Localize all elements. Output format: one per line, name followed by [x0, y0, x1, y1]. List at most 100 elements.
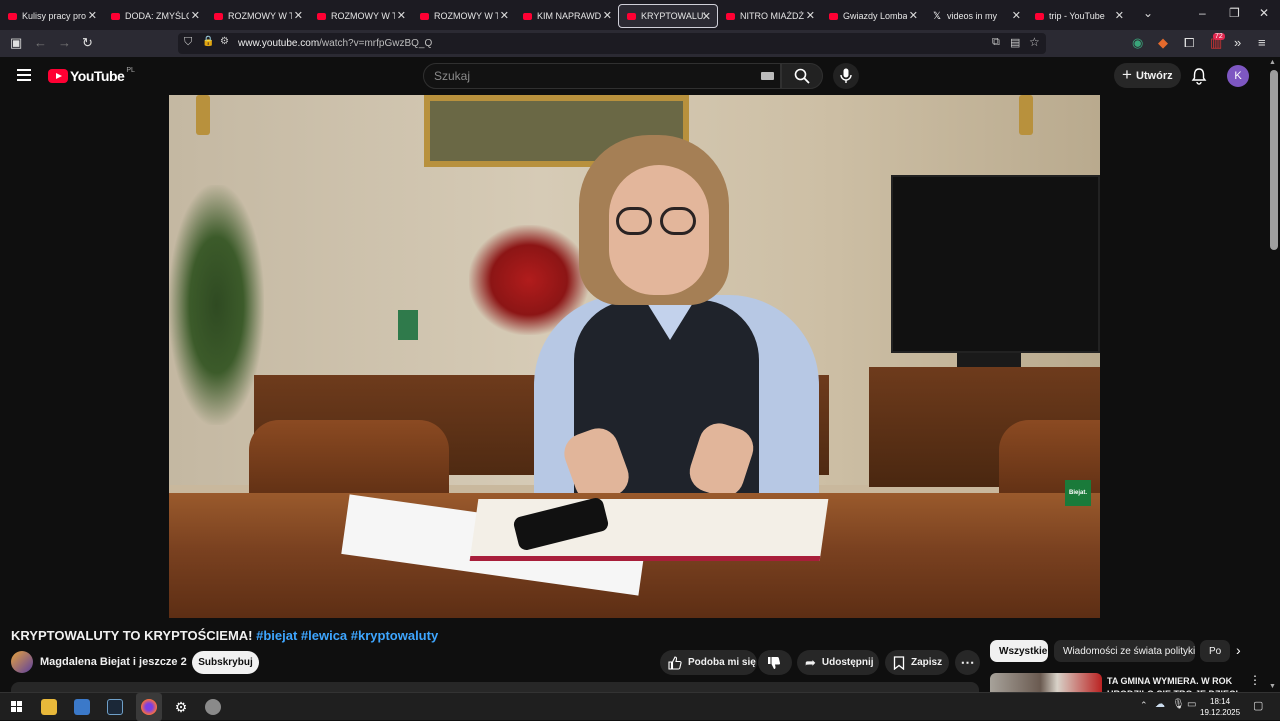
tab-close-icon[interactable]: ✕	[1012, 9, 1021, 22]
video-scene-sconce-left	[196, 95, 210, 135]
permissions-icon[interactable]: ⚙	[220, 36, 229, 47]
onedrive-icon[interactable]: ☁	[1155, 699, 1165, 710]
related-video-menu-icon[interactable]: ⋮	[1249, 673, 1261, 687]
close-window-icon[interactable]: ✕	[1259, 6, 1269, 20]
reload-icon[interactable]: ↻	[82, 35, 93, 51]
tab-close-icon[interactable]: ✕	[909, 9, 918, 22]
search-button[interactable]	[781, 63, 823, 89]
youtube-logo[interactable]: YouTube PL	[48, 66, 135, 84]
keyboard-icon[interactable]	[761, 72, 774, 80]
video-scene-plant	[169, 185, 264, 425]
youtube-favicon-icon	[726, 12, 735, 20]
microphone-tray-icon[interactable]: 🎙	[1172, 699, 1185, 710]
more-actions-button[interactable]: ⋯	[955, 650, 980, 675]
tab-active[interactable]: KRYPTOWALUTY T✕	[618, 4, 718, 28]
network-icon[interactable]: ▭	[1187, 699, 1196, 710]
browser-tab[interactable]: NITRO MIAŻDŻY I✕	[718, 4, 821, 28]
tab-close-icon[interactable]: ✕	[397, 9, 406, 22]
scroll-down-arrow-icon[interactable]: ▼	[1269, 683, 1276, 690]
url-text[interactable]: www.youtube.com/watch?v=mrfpGwzBQ_Q	[238, 38, 432, 49]
search-input[interactable]	[434, 69, 734, 83]
browser-tab[interactable]: Kulisy pracy prosty✕	[0, 4, 103, 28]
save-button[interactable]: Zapisz	[885, 650, 949, 675]
video-player[interactable]	[169, 95, 1100, 618]
channel-avatar[interactable]	[11, 651, 33, 673]
tab-close-icon[interactable]: ✕	[1115, 9, 1124, 22]
search-box	[423, 63, 781, 89]
filter-chip[interactable]: Wiadomości ze świata polityki	[1054, 640, 1195, 662]
channel-watermark[interactable]: Biejat.	[1065, 480, 1091, 506]
description-box[interactable]	[11, 682, 979, 692]
video-hashtags[interactable]: #biejat #lewica #kryptowaluty	[256, 628, 438, 643]
voice-search-button[interactable]	[833, 63, 859, 89]
tab-close-icon[interactable]: ✕	[500, 9, 509, 22]
app-menu-icon[interactable]: ≡	[1258, 35, 1266, 50]
back-icon[interactable]: ←	[34, 35, 47, 50]
chips-next-chevron-icon[interactable]: ›	[1236, 642, 1241, 658]
windows-start-icon[interactable]	[11, 701, 23, 713]
tab-close-icon[interactable]: ✕	[294, 9, 303, 22]
app-window-icon[interactable]	[74, 699, 90, 715]
filter-chip[interactable]: Wszystkie	[990, 640, 1048, 662]
reader-view-icon[interactable]: ▤	[1010, 36, 1020, 49]
browser-tab[interactable]: KIM NAPRAWDĘ JE✕	[515, 4, 618, 28]
os-taskbar: ⚙ ⌃ ☁ 🎙 ▭ 18:14 19.12.2025 ▢	[0, 692, 1280, 721]
steam-icon[interactable]	[107, 699, 123, 715]
related-video-title[interactable]: TA GMINA WYMIERA. W ROK URODZIŁO SIĘ TRO…	[1107, 675, 1247, 692]
pip-icon[interactable]: ⧉	[992, 36, 1000, 49]
forward-icon[interactable]: →	[58, 35, 71, 50]
browser-tab[interactable]: ROZMOWY W TOI✕	[309, 4, 412, 28]
dislike-button[interactable]	[758, 650, 792, 675]
shield-icon[interactable]: ⛉	[184, 36, 192, 49]
system-clock[interactable]: 18:14 19.12.2025	[1200, 696, 1240, 718]
country-code: PL	[126, 66, 135, 74]
address-bar[interactable]: ⛉ 🔒 ⚙ www.youtube.com/watch?v=mrfpGwzBQ_…	[178, 33, 1046, 54]
account-avatar[interactable]: K	[1227, 65, 1249, 87]
subscribe-button[interactable]: Subskrybuj	[192, 651, 259, 674]
lock-icon[interactable]: 🔒	[202, 36, 214, 47]
firefox-icon[interactable]	[141, 699, 157, 715]
settings-gear-icon[interactable]: ⚙	[173, 699, 189, 715]
sidebar-toggle-icon[interactable]: ▣	[10, 35, 22, 51]
file-explorer-icon[interactable]	[41, 699, 57, 715]
tab-close-icon[interactable]: ✕	[88, 9, 97, 22]
x-favicon-icon: 𝕏	[932, 10, 942, 22]
browser-tab[interactable]: ROZMOWY W TOI✕	[206, 4, 309, 28]
tray-overflow-icon[interactable]: ⌃	[1140, 700, 1148, 711]
video-scene-candle	[398, 310, 418, 340]
bookmark-star-icon[interactable]: ☆	[1029, 35, 1040, 49]
tab-close-icon[interactable]: ✕	[702, 10, 711, 23]
like-button[interactable]: Podoba mi się	[660, 650, 757, 675]
notifications-bell-icon[interactable]	[1190, 67, 1208, 85]
tab-close-icon[interactable]: ✕	[603, 9, 612, 22]
channel-name[interactable]: Magdalena Biejat i jeszcze 2	[40, 656, 187, 668]
minimize-icon[interactable]: –	[1199, 6, 1206, 20]
overflow-chevron-icon[interactable]: »	[1234, 35, 1241, 50]
tab-close-icon[interactable]: ✕	[806, 9, 815, 22]
tab-close-icon[interactable]: ✕	[191, 9, 200, 22]
share-label: Udostępnij	[821, 657, 874, 668]
tab-list: Kulisy pracy prosty✕DODA: ZMYŚLONE✕ROZMO…	[0, 2, 1130, 28]
browser-tab[interactable]: ROZMOWY W TOI✕	[412, 4, 515, 28]
scroll-up-arrow-icon[interactable]: ▲	[1269, 59, 1276, 66]
create-button[interactable]: + Utwórz	[1114, 63, 1181, 88]
browser-tab[interactable]: Gwiazdy Lombardi✕	[821, 4, 924, 28]
extensions-puzzle-icon[interactable]: ⧠	[1184, 35, 1194, 51]
related-video-thumbnail[interactable]	[990, 673, 1102, 692]
browser-tab[interactable]: DODA: ZMYŚLONE✕	[103, 4, 206, 28]
page-scrollbar-thumb[interactable]	[1270, 70, 1278, 250]
create-label: Utwórz	[1135, 69, 1173, 82]
app-globe-icon[interactable]	[205, 699, 221, 715]
clock-time: 18:14	[1210, 697, 1231, 706]
filter-chip[interactable]: Po	[1200, 640, 1230, 662]
youtube-wordmark: YouTube	[70, 68, 125, 84]
browser-tab[interactable]: trip - YouTube ✕	[1027, 4, 1130, 28]
share-button[interactable]: ➦ Udostępnij	[797, 650, 879, 675]
extension-fox-icon[interactable]: ◆	[1158, 35, 1168, 51]
guide-menu-icon[interactable]	[17, 69, 31, 81]
tab-list-dropdown-icon[interactable]: ⌄	[1143, 6, 1153, 20]
restore-icon[interactable]: ❐	[1229, 6, 1240, 20]
extension-shield-icon[interactable]: ◉	[1132, 35, 1143, 51]
browser-tab[interactable]: 𝕏videos in my ✕	[924, 4, 1027, 28]
notifications-center-icon[interactable]: ▢	[1253, 699, 1263, 712]
